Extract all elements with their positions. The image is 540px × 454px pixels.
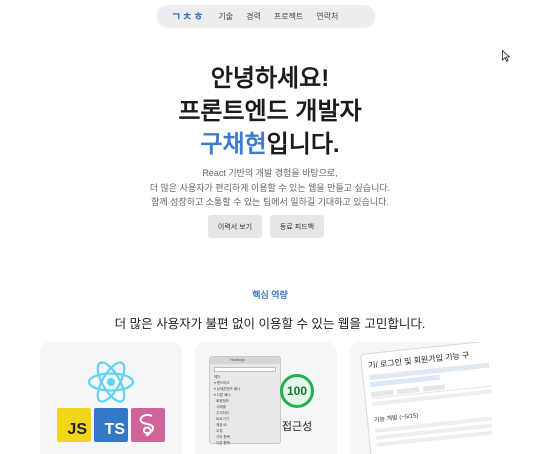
sass-icon: [131, 408, 165, 442]
devtools-row: · 기타 항목: [214, 435, 230, 439]
react-icon: [87, 361, 135, 403]
hero-name-line: 구채현입니다.: [0, 124, 540, 159]
score-label: 접근성: [281, 421, 313, 433]
devtools-row: · 주석처리: [214, 411, 230, 415]
hero-description-1: React 기반의 개발 경험을 바탕으로,: [202, 168, 338, 178]
devtools-row: · 사례별: [214, 405, 226, 409]
issue-tab: [396, 387, 420, 395]
devtools-row: 헤더: [214, 375, 221, 379]
hero-role: 프론트엔드 개발자: [178, 98, 362, 125]
hero-name-suffix: 입니다.: [266, 131, 340, 158]
section-title: 더 많은 사용자가 불편 없이 이용할 수 있는 웹을 고민합니다.: [114, 317, 426, 331]
accessibility-card[interactable]: Headings 헤더 ▾ 랜드마크 ▾ 상세콘텐츠 배너 ▾ 다룬 배너 · …: [195, 342, 337, 454]
devtools-row: · 제공 ID: [214, 423, 228, 427]
issue-tracker-screenshot: 기/ 로그인 및 회원가입 기능 구 기능 개발 (~5/15): [360, 342, 492, 454]
devtools-row: ▾ 랜드마크: [214, 381, 230, 385]
devtools-row: · 바로가기: [214, 417, 230, 421]
issue-tab: [371, 389, 394, 398]
devtools-row: · 다른 항목: [214, 441, 230, 445]
collaboration-card[interactable]: 기/ 로그인 및 회원가입 기능 구 기능 개발 (~5/15): [350, 342, 492, 454]
devtools-screenshot: Headings 헤더 ▾ 랜드마크 ▾ 상세콘텐츠 배너 ▾ 다룬 배너 · …: [209, 356, 281, 445]
lighthouse-score: 100: [280, 374, 314, 408]
top-navigation: ㄱㅊㅎ 기술 경력 프로젝트 연락처: [157, 5, 375, 27]
devtools-row: ▾ 다룬 배너: [214, 393, 231, 397]
devtools-row: ▾ 상세콘텐츠 배너: [214, 387, 241, 391]
hero-greeting: 안녕하세요!: [210, 65, 330, 92]
javascript-icon: JS: [57, 408, 91, 442]
hero-name: 구채현: [200, 131, 267, 158]
logo[interactable]: ㄱㅊㅎ: [171, 8, 204, 24]
devtools-row: · 회원정보: [214, 399, 230, 403]
nav-item-contact[interactable]: 연락처: [316, 11, 338, 22]
devtools-row: · 오류: [214, 429, 223, 433]
hero-description-2: 더 많은 사용자가 편리하게 이용할 수 있는 웹을 만들고 싶습니다.: [149, 183, 391, 193]
nav-item-career[interactable]: 경력: [246, 11, 261, 22]
nav-item-projects[interactable]: 프로젝트: [274, 11, 303, 22]
tech-stack-card[interactable]: JS TS: [40, 342, 182, 454]
hero-description-3: 함께 성장하고 소통할 수 있는 팀에서 일하길 기대하고 있습니다.: [151, 197, 389, 207]
typescript-icon: TS: [94, 408, 128, 442]
nav-item-skills[interactable]: 기술: [218, 11, 233, 22]
devtools-search: [214, 367, 276, 372]
issue-tab: [422, 384, 446, 392]
devtools-header: Headings: [210, 357, 280, 364]
peer-feedback-button[interactable]: 동료 피드백: [270, 215, 324, 238]
view-resume-button[interactable]: 이력서 보기: [208, 215, 262, 238]
section-eyebrow: 핵심 역량: [252, 290, 288, 300]
